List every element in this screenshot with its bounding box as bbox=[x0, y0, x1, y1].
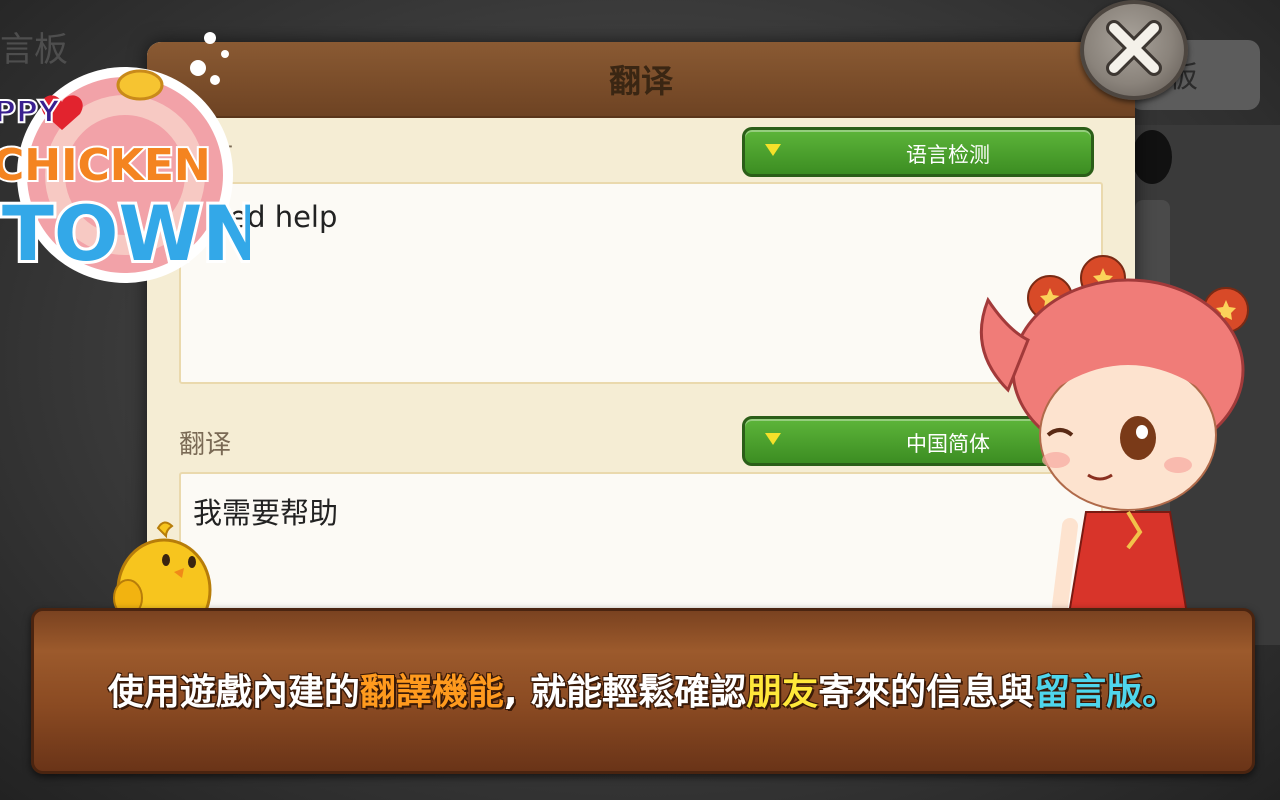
girl-character bbox=[979, 255, 1249, 620]
background-avatar bbox=[1132, 130, 1172, 184]
close-button[interactable] bbox=[1080, 0, 1188, 100]
source-language-dropdown[interactable]: 语言检测 bbox=[742, 127, 1094, 177]
banner-highlight-translate: 翻譯機能 bbox=[359, 672, 504, 713]
logo-text-chicken: CHICKEN bbox=[0, 140, 211, 191]
banner-text-end: 。 bbox=[1142, 672, 1179, 713]
target-label: 翻译 bbox=[179, 430, 232, 460]
banner-text-part: , 就能輕鬆確認 bbox=[503, 672, 747, 713]
banner-text-part: 使用遊戲內建的 bbox=[107, 672, 360, 713]
source-text-input[interactable]: need help bbox=[179, 182, 1103, 384]
promo-banner: 使用遊戲內建的翻譯機能, 就能輕鬆確認朋友寄來的信息與留言版。 bbox=[31, 608, 1255, 774]
dialog-header: 翻译 bbox=[147, 42, 1135, 118]
happy-chicken-town-logo: PPY CHICKEN TOWN bbox=[0, 32, 250, 283]
close-x-icon bbox=[1106, 20, 1162, 76]
source-language-label: 语言检测 bbox=[906, 143, 990, 167]
banner-highlight-friends: 朋友 bbox=[746, 672, 819, 713]
banner-caption: 使用遊戲內建的翻譯機能, 就能輕鬆確認朋友寄來的信息與留言版。 bbox=[34, 663, 1252, 715]
logo-text-town: TOWN bbox=[2, 189, 250, 278]
banner-highlight-board: 留言版 bbox=[1034, 672, 1143, 713]
logo-text-happy: PPY bbox=[0, 95, 61, 130]
dialog-title: 翻译 bbox=[608, 62, 673, 100]
banner-text-part: 寄來的信息與 bbox=[818, 672, 1035, 713]
